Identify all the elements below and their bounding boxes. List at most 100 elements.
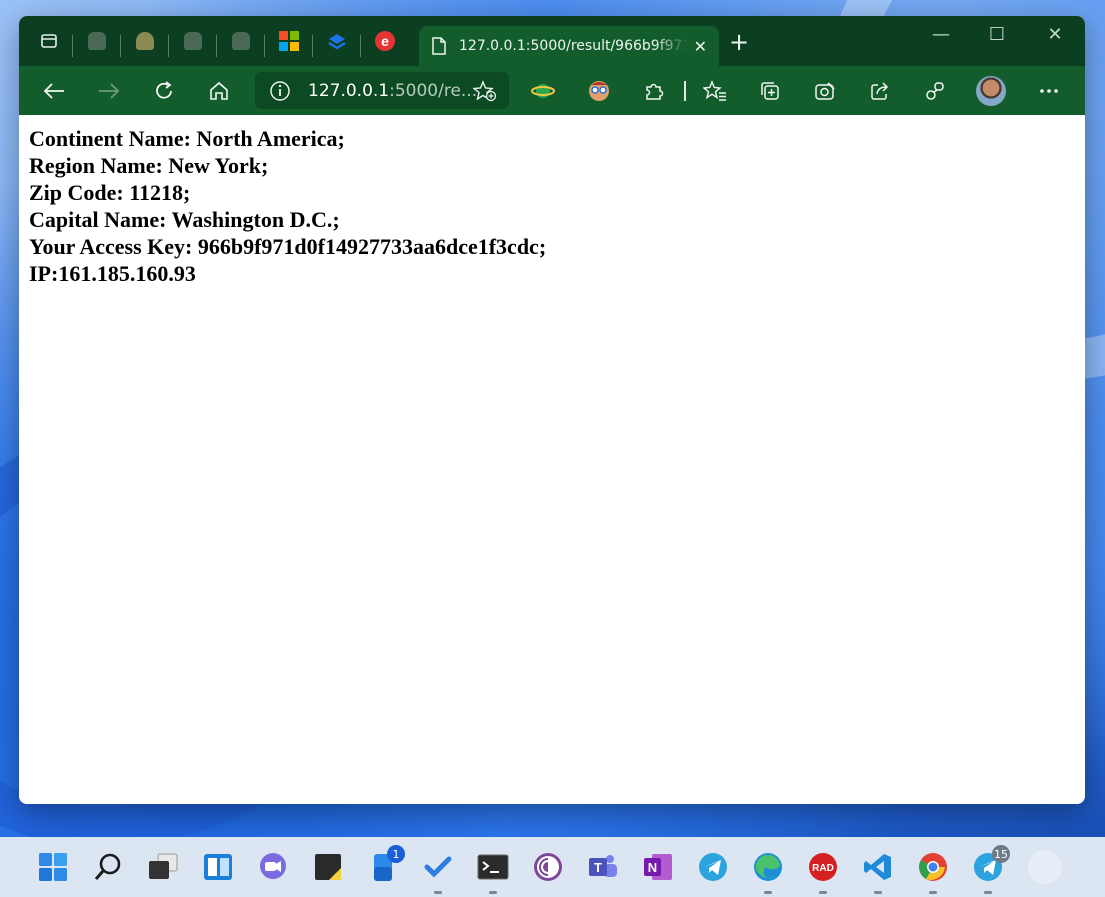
onenote-icon: N (644, 854, 672, 880)
minimize-button[interactable]: — (921, 24, 961, 45)
telegram-button[interactable] (695, 849, 731, 885)
chrome-button[interactable] (915, 849, 951, 894)
store-badge: 1 (387, 845, 405, 863)
rad-icon: RAD (809, 853, 837, 881)
tab-title: 127.0.0.1:5000/result/966b9f971d0f149277… (459, 38, 688, 54)
forward-button[interactable] (94, 76, 124, 106)
vscode-icon (864, 854, 891, 880)
svg-text:RAD: RAD (812, 863, 834, 874)
tab-1[interactable] (73, 16, 121, 66)
home-button[interactable] (204, 76, 234, 106)
forward-arrow-icon (99, 83, 120, 99)
sticky-notes-icon (315, 854, 341, 880)
profile-button[interactable] (976, 76, 1006, 106)
more-icon (1040, 89, 1058, 93)
share-icon (871, 82, 889, 100)
face-glasses-icon (589, 81, 609, 101)
chrome-icon (919, 853, 947, 881)
tab-2[interactable] (121, 16, 169, 66)
back-button[interactable] (39, 76, 69, 106)
ip-line: IP:161.185.160.93 (29, 261, 196, 286)
tab-3[interactable] (169, 16, 217, 66)
sticky-notes-button[interactable] (310, 849, 346, 885)
zip-line: Zip Code: 11218; (29, 180, 191, 205)
teams-icon: T (589, 855, 617, 877)
maximize-button[interactable]: ☐ (977, 24, 1017, 45)
vscode-button[interactable] (860, 849, 896, 894)
region-line: Region Name: New York; (29, 153, 269, 178)
taskbar-overflow[interactable] (1028, 850, 1062, 884)
terminal-icon (477, 854, 509, 880)
collections-button[interactable] (755, 76, 785, 106)
svg-text:N: N (648, 860, 657, 875)
favorites-button[interactable] (700, 76, 730, 106)
toolbar-divider (684, 81, 686, 101)
edge-button[interactable] (750, 849, 786, 894)
performance-button[interactable] (920, 76, 950, 106)
telegram-2-button[interactable]: 15 (970, 845, 1010, 894)
tor-button[interactable] (530, 849, 566, 885)
microsoft-icon (279, 31, 299, 51)
teams-button[interactable]: T (585, 849, 621, 885)
tab-actions-button[interactable] (25, 16, 73, 66)
terminal-button[interactable] (475, 849, 511, 894)
toolbar: 127.0.0.1:5000/re... (19, 66, 1085, 115)
home-icon (210, 81, 228, 100)
favorites-icon (703, 80, 726, 101)
address-host: 127.0.0.1 (308, 80, 390, 101)
onenote-button[interactable]: N (640, 849, 676, 885)
refresh-icon (156, 81, 172, 99)
tor-icon (534, 853, 562, 881)
widgets-button[interactable] (200, 849, 236, 885)
task-view-icon (149, 853, 178, 879)
settings-more-button[interactable] (1034, 76, 1064, 106)
ie-mode-icon (531, 84, 555, 98)
address-text[interactable]: 127.0.0.1:5000/re... (308, 81, 477, 101)
tab-4[interactable] (217, 16, 265, 66)
access-key-line: Your Access Key: 966b9f971d0f14927733aa6… (29, 234, 547, 259)
telegram-icon (699, 853, 727, 881)
tab-5[interactable] (265, 16, 313, 66)
rad-button[interactable]: RAD (805, 849, 841, 894)
browser-window: e 127.0.0.1:5000/result/966b9f971d0f1492… (19, 16, 1085, 804)
close-tab-icon[interactable]: ✕ (694, 37, 707, 56)
refresh-button[interactable] (149, 76, 179, 106)
extensions-button[interactable] (639, 76, 669, 106)
svg-text:e: e (381, 33, 389, 49)
new-tab-button[interactable]: + (729, 30, 749, 54)
add-favorite-icon[interactable] (473, 79, 497, 102)
web-capture-button[interactable] (810, 76, 840, 106)
check-icon (424, 856, 452, 878)
todo-button[interactable] (420, 849, 456, 894)
address-bar[interactable]: 127.0.0.1:5000/re... (255, 72, 509, 109)
copilot-icon (88, 32, 106, 50)
extension-2-button[interactable] (584, 76, 614, 106)
telegram-badge: 15 (992, 845, 1010, 863)
collections-icon (761, 82, 779, 100)
start-button[interactable] (35, 849, 71, 885)
continent-line: Continent Name: North America; (29, 126, 345, 151)
extension-1-button[interactable] (528, 76, 558, 106)
search-button[interactable] (90, 849, 126, 885)
web-capture-icon (815, 82, 835, 100)
copilot-icon (232, 32, 250, 50)
layers-icon (328, 34, 346, 50)
address-path: :5000/re... (389, 80, 478, 101)
tab-actions-icon (41, 34, 57, 48)
share-button[interactable] (865, 76, 895, 106)
close-window-button[interactable]: ✕ (1035, 24, 1075, 45)
copilot-icon (184, 32, 202, 50)
tab-7[interactable]: e (361, 16, 409, 66)
page-content: Continent Name: North America; Region Na… (19, 115, 1085, 804)
capital-line: Capital Name: Washington D.C.; (29, 207, 340, 232)
tab-6[interactable] (313, 16, 361, 66)
edge-icon (754, 853, 782, 881)
store-button[interactable]: 1 (365, 845, 405, 885)
task-view-button[interactable] (145, 849, 181, 885)
avatar (976, 76, 1006, 106)
active-tab[interactable]: 127.0.0.1:5000/result/966b9f971d0f149277… (419, 26, 719, 66)
svg-text:T: T (594, 860, 602, 875)
info-icon[interactable] (269, 80, 291, 102)
chat-button[interactable] (255, 849, 291, 885)
puzzle-icon (646, 83, 664, 100)
